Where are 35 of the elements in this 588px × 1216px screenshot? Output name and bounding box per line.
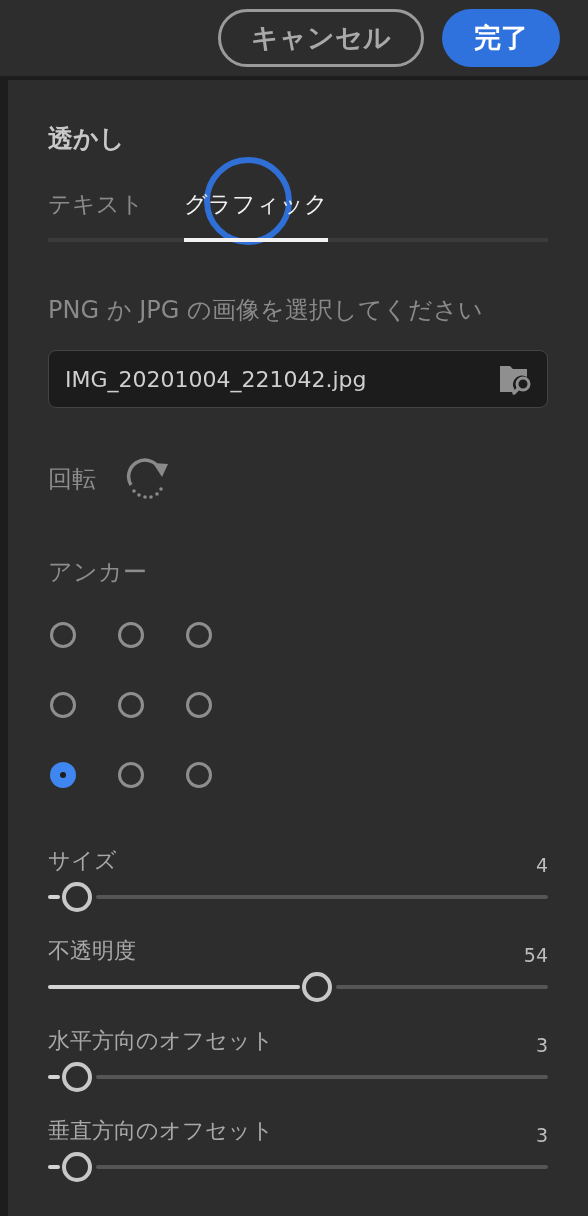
slider-track[interactable] (48, 1060, 548, 1094)
slider-label: サイズ (48, 847, 117, 875)
rotation-label: 回転 (48, 464, 96, 495)
rotate-icon[interactable] (126, 458, 170, 500)
anchor-radio[interactable] (118, 622, 144, 648)
anchor-radio[interactable] (50, 622, 76, 648)
anchor-radio[interactable] (50, 762, 76, 788)
slider-label: 不透明度 (48, 937, 136, 965)
anchor-radio[interactable] (50, 692, 76, 718)
slider-thumb[interactable] (62, 1062, 93, 1092)
panel-title: 透かし (48, 123, 126, 155)
browse-folder-icon[interactable] (499, 363, 533, 395)
prompt-text: PNG か JPG の画像を選択してください (48, 295, 485, 326)
file-field[interactable]: IMG_20201004_221042.jpg (48, 350, 548, 408)
slider-label: 水平方向のオフセット (48, 1027, 274, 1055)
anchor-radio[interactable] (186, 762, 212, 788)
slider-thumb[interactable] (62, 882, 93, 912)
cancel-button[interactable]: キャンセル (218, 9, 424, 67)
slider-thumb[interactable] (62, 1152, 93, 1182)
anchor-radio[interactable] (118, 762, 144, 788)
slider-value: 54 (523, 944, 548, 966)
slider-label: 垂直方向のオフセット (48, 1117, 274, 1145)
slider-track[interactable] (48, 1150, 548, 1184)
anchor-label: アンカー (48, 557, 148, 588)
slider-track[interactable] (48, 970, 548, 1004)
anchor-radio[interactable] (186, 692, 212, 718)
done-button[interactable]: 完了 (442, 9, 560, 67)
slider-track[interactable] (48, 880, 548, 914)
slider-value: 3 (535, 1124, 548, 1146)
anchor-radio[interactable] (186, 622, 212, 648)
anchor-radio[interactable] (118, 692, 144, 718)
slider-thumb[interactable] (301, 972, 332, 1002)
slider-value: 3 (535, 1034, 548, 1056)
slider-value: 4 (535, 854, 548, 876)
tab[interactable]: テキスト (48, 189, 144, 242)
